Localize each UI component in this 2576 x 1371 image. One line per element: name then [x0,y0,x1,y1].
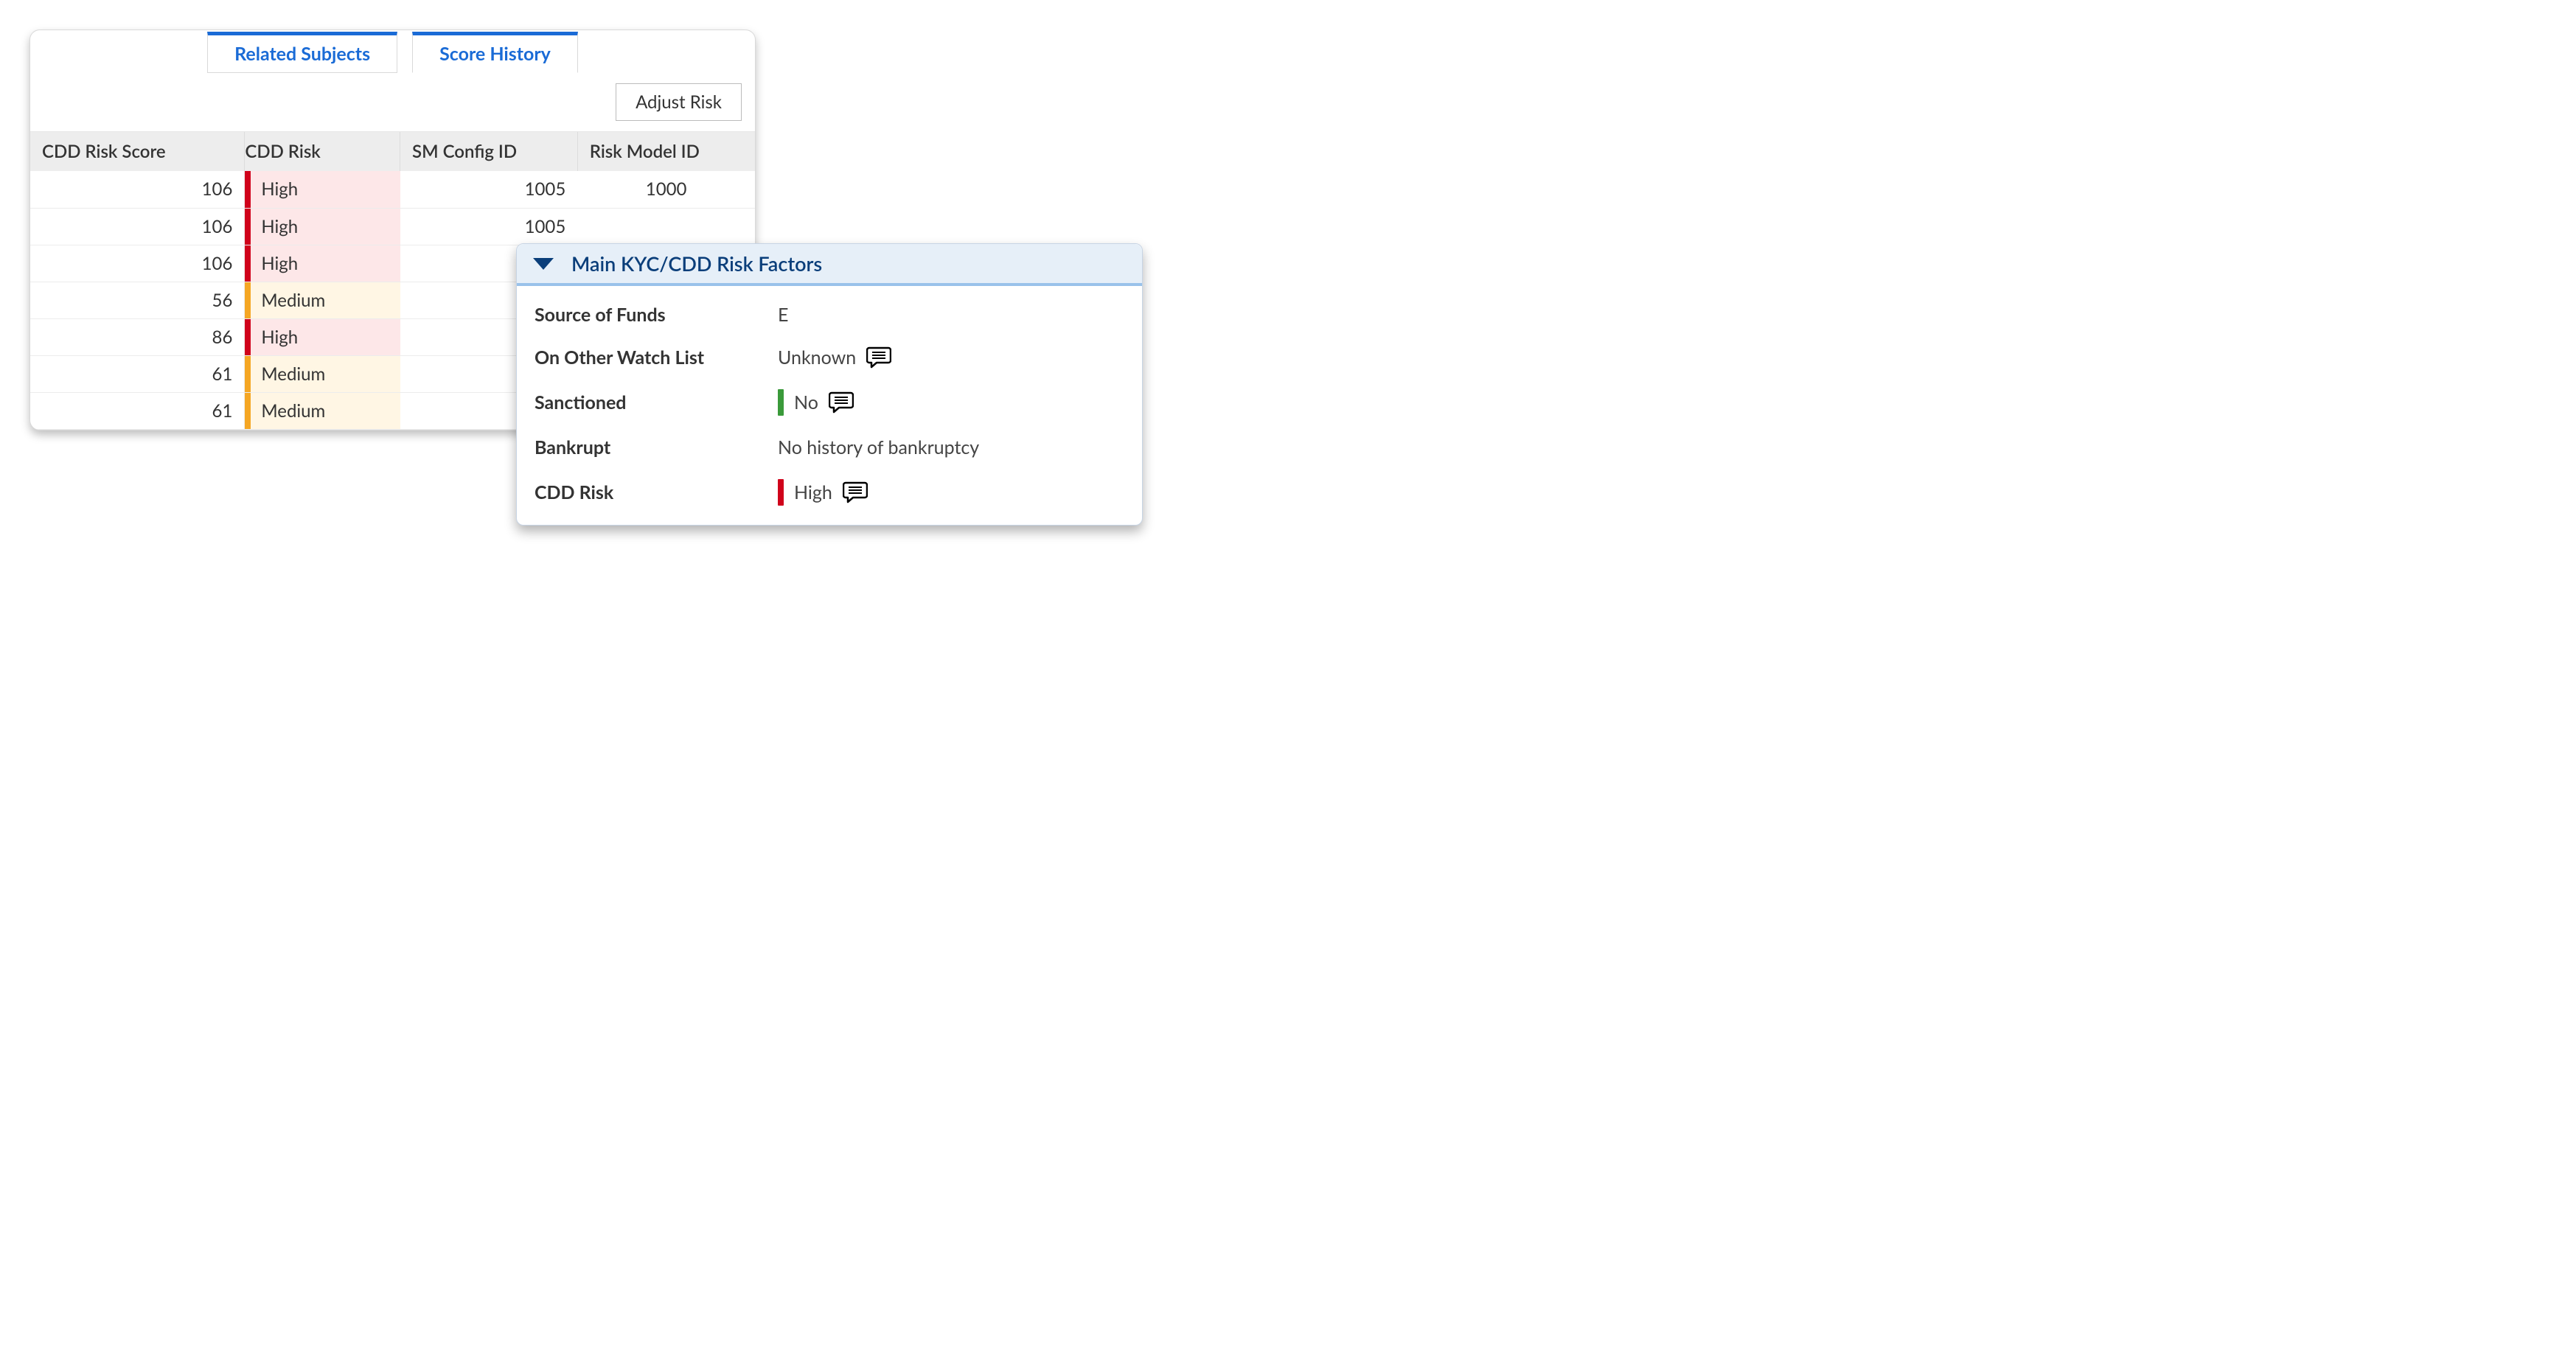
field-value-text: Unknown [778,346,856,369]
th-model[interactable]: Risk Model ID [577,132,755,171]
field-value: High [778,479,868,506]
field-value-text: High [794,481,832,503]
field-value-text: E [778,304,788,326]
comment-icon[interactable] [843,481,868,503]
cell-risk: High [245,319,400,355]
tab-related-subjects[interactable]: Related Subjects [207,32,397,73]
risk-label: High [251,245,400,282]
field-label: Source of Funds [535,304,778,326]
cell-score: 106 [30,208,245,245]
cell-risk: High [245,209,400,245]
comment-icon[interactable] [829,391,854,414]
cell-risk: High [245,171,400,208]
th-score[interactable]: CDD Risk Score [30,132,245,171]
cell-risk: Medium [245,282,400,318]
field-row: On Other Watch ListUnknown [535,336,1124,379]
panel-title: Main KYC/CDD Risk Factors [571,251,822,276]
cell-score: 61 [30,355,245,392]
field-value: Unknown [778,346,891,369]
cell-smconfig: 1005 [400,171,578,208]
cell-smconfig: 1005 [400,208,578,245]
cell-model [577,208,755,245]
field-row: Sanctioned No [535,379,1124,426]
toolbar: Adjust Risk [30,73,755,132]
cell-model: 1000 [577,171,755,208]
field-value-text: No [794,391,818,414]
comment-icon[interactable] [866,346,891,369]
cell-score: 106 [30,171,245,208]
cell-score: 86 [30,318,245,355]
risk-label: Medium [251,356,400,392]
tab-score-history[interactable]: Score History [412,32,578,73]
table-header: CDD Risk Score CDD Risk SM Config ID Ris… [30,132,755,171]
field-row: BankruptNo history of bankruptcy [535,426,1124,469]
cell-risk: High [245,245,400,282]
th-smconfig[interactable]: SM Config ID [400,132,578,171]
risk-label: High [251,171,400,208]
field-row: Source of FundsE [535,293,1124,336]
risk-label: High [251,319,400,355]
status-bar-green [778,389,784,416]
cell-score: 106 [30,245,245,282]
field-label: CDD Risk [535,481,778,503]
panel-header[interactable]: Main KYC/CDD Risk Factors [517,244,1142,286]
table-row[interactable]: 106High1005 [30,208,755,245]
field-row: CDD Risk High [535,469,1124,516]
risk-label: High [251,209,400,245]
cell-score: 56 [30,282,245,318]
risk-label: Medium [251,282,400,318]
chevron-down-icon [533,258,554,270]
risk-label: Medium [251,393,400,429]
risk-indicator [245,319,251,355]
risk-indicator [245,209,251,245]
risk-indicator [245,245,251,282]
cell-risk: Medium [245,356,400,392]
field-label: Bankrupt [535,436,778,458]
field-label: Sanctioned [535,391,778,414]
risk-indicator [245,356,251,392]
field-value: E [778,304,788,326]
tab-bar: Related Subjects Score History [30,30,755,73]
field-value: No [778,389,854,416]
th-risk[interactable]: CDD Risk [245,132,400,171]
table-row[interactable]: 106High10051000 [30,171,755,208]
risk-indicator [245,393,251,429]
field-value: No history of bankruptcy [778,436,979,458]
risk-indicator [245,282,251,318]
status-bar-red [778,479,784,506]
risk-factors-panel: Main KYC/CDD Risk Factors Source of Fund… [516,243,1143,526]
cell-score: 61 [30,392,245,429]
adjust-risk-button[interactable]: Adjust Risk [616,83,742,121]
cell-risk: Medium [245,393,400,429]
field-label: On Other Watch List [535,346,778,369]
risk-indicator [245,171,251,208]
field-value-text: No history of bankruptcy [778,436,979,458]
